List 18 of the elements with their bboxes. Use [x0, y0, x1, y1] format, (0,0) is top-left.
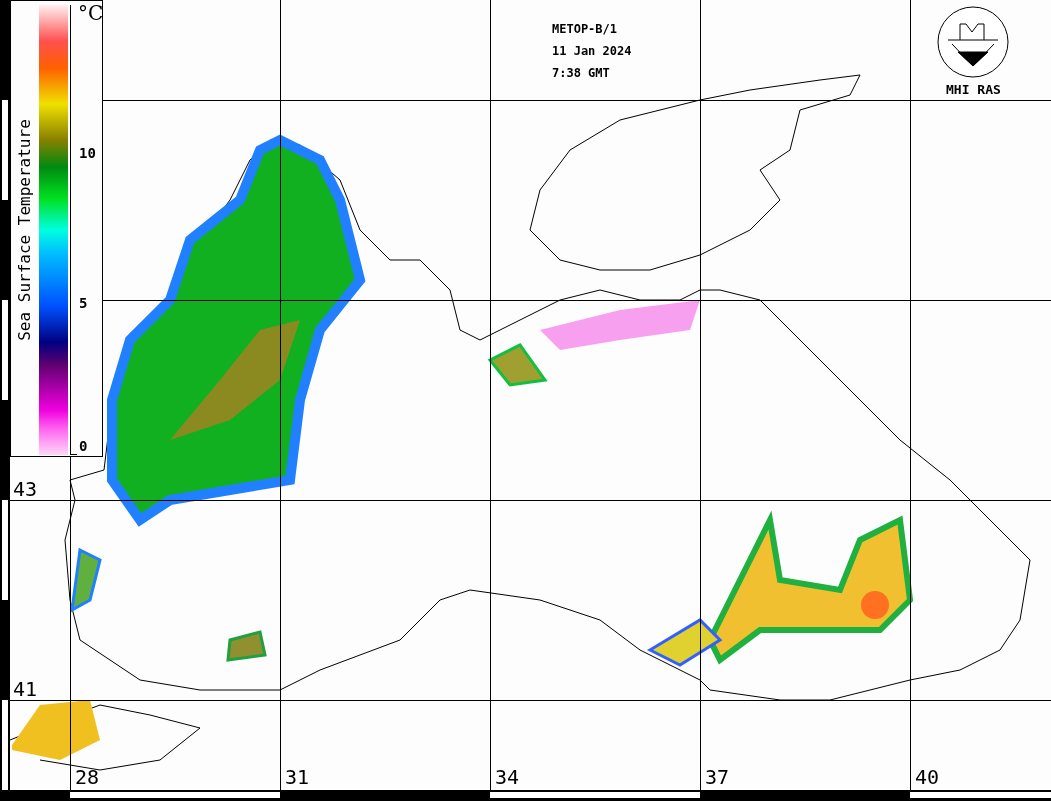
header-text: METOP-B/1 — [552, 22, 618, 36]
institute-logo-icon — [937, 6, 1009, 78]
tick-label: 10 — [79, 145, 96, 161]
unit-label: °C — [78, 2, 104, 24]
longitude-label: 40 — [915, 766, 940, 788]
longitude-label: 37 — [705, 766, 730, 788]
latitude-label: 41 — [13, 678, 38, 700]
colorbar-title: Sea Surface Temperature — [14, 119, 35, 341]
longitude-label: 34 — [495, 766, 520, 788]
header-text: 7:38 GMT — [552, 66, 610, 80]
tick-label: 5 — [79, 295, 88, 311]
temperature-field-drawing — [70, 547, 102, 613]
logo-label: MHI RAS — [946, 81, 1001, 99]
longitude-label: 31 — [285, 766, 310, 788]
tick-label: 0 — [79, 438, 88, 454]
header-text: 11 Jan 2024 — [552, 44, 632, 58]
longitude-label: 28 — [75, 766, 100, 788]
latitude-label: 43 — [13, 478, 38, 500]
